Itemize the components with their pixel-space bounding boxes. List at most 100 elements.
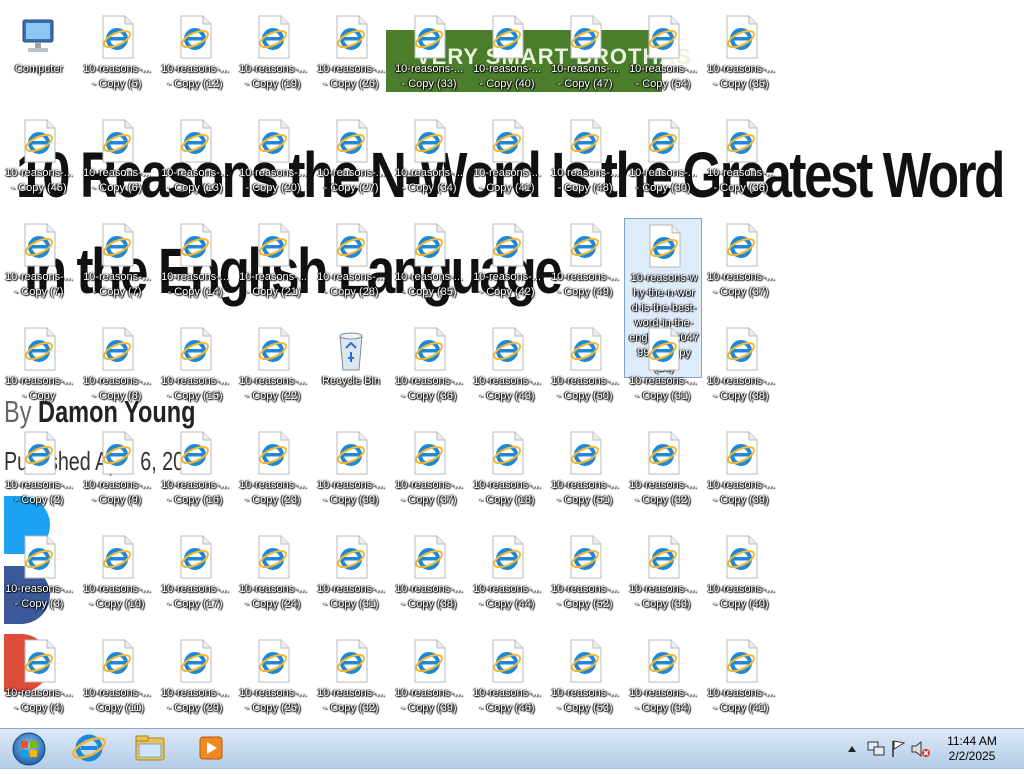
desktop-item-file[interactable]: 10-reasons-... - Copy (44) bbox=[468, 530, 546, 630]
desktop-item-file[interactable]: 10-reasons-... - Copy (3) bbox=[0, 530, 78, 630]
desktop-item-label: 10-reasons-... - Copy (54) bbox=[624, 62, 702, 92]
desktop-item-label: 10-reasons-... - Copy (49) bbox=[546, 270, 624, 300]
desktop-item-file[interactable]: 10-reasons-... - Copy (7) bbox=[78, 218, 156, 318]
desktop-item-file[interactable]: 10-reasons-... - Copy (6) bbox=[78, 114, 156, 214]
desktop-item-label-line: - Copy (35) bbox=[401, 286, 457, 298]
desktop-item-file[interactable]: 10-reasons-... - Copy (19) bbox=[234, 10, 312, 110]
desktop-item-file[interactable]: 10-reasons-... - Copy (39) bbox=[390, 634, 468, 734]
desktop-item-label: 10-reasons-... - Copy (22) bbox=[234, 374, 312, 404]
ie-shortcut-icon bbox=[410, 118, 448, 164]
desktop-item-file[interactable]: 10-reasons-... - Copy (40) bbox=[468, 10, 546, 110]
desktop-item-file[interactable]: 10-reasons-... - Copy (10) bbox=[78, 530, 156, 630]
desktop-item-file[interactable]: 10-reasons-... - Copy (7) bbox=[0, 218, 78, 318]
desktop-item-label-line: Recycle Bin bbox=[321, 375, 381, 387]
desktop-item-file[interactable]: 10-reasons-... - Copy (37) bbox=[702, 218, 780, 318]
ie-shortcut-icon bbox=[566, 638, 604, 684]
desktop-item-file[interactable]: 10-reasons-... - Copy (34) bbox=[624, 634, 702, 734]
desktop-item-file[interactable]: 10-reasons-... - Copy (54) bbox=[624, 10, 702, 110]
show-hidden-icons-chevron[interactable] bbox=[848, 746, 856, 752]
desktop-item-label: 10-reasons-... - Copy (35) bbox=[702, 62, 780, 92]
desktop-item-label-line: - Copy (34) bbox=[401, 182, 457, 194]
taskbar-windows-explorer-button[interactable] bbox=[121, 730, 179, 766]
desktop-item-file[interactable]: 10-reasons-... - Copy (28) bbox=[312, 218, 390, 318]
desktop-item-file[interactable]: 10-reasons-... - Copy (52) bbox=[546, 530, 624, 630]
desktop-item-file[interactable]: 10-reasons-... - Copy (23) bbox=[234, 426, 312, 526]
action-center-flag-icon[interactable] bbox=[892, 740, 906, 757]
desktop-item-file[interactable]: 10-reasons-... - Copy (40) bbox=[702, 530, 780, 630]
desktop-item-label-line: - Copy (40) bbox=[479, 78, 535, 90]
desktop-item-file[interactable]: 10-reasons-... - Copy (31) bbox=[624, 322, 702, 422]
desktop-item-file[interactable]: 10-reasons-... - Copy (25) bbox=[234, 634, 312, 734]
desktop-item-file[interactable]: 10-reasons-... - Copy (32) bbox=[624, 426, 702, 526]
network-icon[interactable] bbox=[867, 741, 885, 756]
desktop-item-file[interactable]: 10-reasons-... - Copy (41) bbox=[468, 114, 546, 214]
desktop-item-file[interactable]: 10-reasons-... - Copy (31) bbox=[312, 530, 390, 630]
desktop-item-file[interactable]: 10-reasons-... - Copy (4) bbox=[0, 634, 78, 734]
desktop-item-file[interactable]: 10-reasons-... - Copy (33) bbox=[390, 10, 468, 110]
desktop-item-file[interactable]: 10-reasons-... - Copy (16) bbox=[156, 426, 234, 526]
desktop-item-file[interactable]: 10-reasons-... - Copy (30) bbox=[624, 114, 702, 214]
desktop-item-file[interactable]: 10-reasons-... - Copy (24) bbox=[234, 530, 312, 630]
desktop-item-label: 10-reasons-... - Copy (12) bbox=[156, 62, 234, 92]
desktop-item-file[interactable]: 10-reasons-... - Copy (20) bbox=[234, 114, 312, 214]
desktop-item-file[interactable]: 10-reasons-... - Copy (30) bbox=[312, 426, 390, 526]
desktop-item-file[interactable]: 10-reasons-... - Copy (34) bbox=[390, 114, 468, 214]
desktop-item-label-line: 10-reasons-... bbox=[551, 583, 619, 595]
ie-shortcut-icon bbox=[488, 222, 526, 268]
desktop-item-file[interactable]: 10-reasons-... - Copy (36) bbox=[702, 114, 780, 214]
desktop-item-file[interactable]: 10-reasons-... - Copy (21) bbox=[234, 218, 312, 318]
desktop-item-file[interactable]: 10-reasons-... - Copy (14) bbox=[156, 218, 234, 318]
desktop-item-file[interactable]: 10-reasons-... - Copy (26) bbox=[312, 10, 390, 110]
start-button[interactable] bbox=[2, 730, 56, 768]
taskbar-internet-explorer-button[interactable] bbox=[60, 730, 118, 766]
desktop-item-file[interactable]: 10-reasons-... - Copy (32) bbox=[312, 634, 390, 734]
desktop-item-label-line: - Copy (37) bbox=[713, 286, 769, 298]
desktop-item-file[interactable]: 10-reasons-... - Copy (37) bbox=[390, 426, 468, 526]
desktop-item-file[interactable]: 10-reasons-... - Copy (33) bbox=[624, 530, 702, 630]
desktop-item-label-line: 10-reasons-... bbox=[395, 271, 463, 283]
desktop-item-file[interactable]: 10-reasons-... - Copy (50) bbox=[546, 322, 624, 422]
ie-shortcut-icon bbox=[488, 14, 526, 60]
desktop-item-file[interactable]: 10-reasons-... - Copy bbox=[0, 322, 78, 422]
desktop-item-file[interactable]: 10-reasons-... - Copy (5) bbox=[78, 10, 156, 110]
desktop-item-file[interactable]: 10-reasons-... - Copy (53) bbox=[546, 634, 624, 734]
desktop-item-file[interactable]: 10-reasons-... - Copy (22) bbox=[234, 322, 312, 422]
desktop-item-file[interactable]: 10-reasons-... - Copy (27) bbox=[312, 114, 390, 214]
desktop-item-file[interactable]: 10-reasons-... - Copy (18) bbox=[468, 426, 546, 526]
desktop-item-file[interactable]: 10-reasons-... - Copy (13) bbox=[156, 114, 234, 214]
desktop-item-file[interactable]: 10-reasons-... - Copy (41) bbox=[702, 634, 780, 734]
desktop-item-file[interactable]: 10-reasons-... - Copy (11) bbox=[78, 634, 156, 734]
desktop-item-file[interactable]: 10-reasons-... - Copy (42) bbox=[468, 218, 546, 318]
desktop-item-file[interactable]: 10-reasons-... - Copy (35) bbox=[390, 218, 468, 318]
desktop-item-label-line: 10-reasons-... bbox=[629, 479, 697, 491]
desktop-item-file[interactable]: 10-reasons-... - Copy (12) bbox=[156, 10, 234, 110]
desktop-item-file[interactable]: 10-reasons-... - Copy (46) bbox=[468, 634, 546, 734]
desktop-item-file[interactable]: 10-reasons-... - Copy (15) bbox=[156, 322, 234, 422]
taskbar-windows-media-player-button[interactable] bbox=[182, 730, 240, 766]
desktop-item-file[interactable]: 10-reasons-... - Copy (45) bbox=[0, 114, 78, 214]
desktop-item-label-line: 10-reasons-... bbox=[83, 375, 151, 387]
desktop-item-file[interactable]: 10-reasons-... - Copy (17) bbox=[156, 530, 234, 630]
desktop-item-file[interactable]: 10-reasons-... - Copy (38) bbox=[702, 322, 780, 422]
desktop-item-computer[interactable]: Computer bbox=[0, 10, 78, 110]
desktop-item-file[interactable]: 10-reasons-... - Copy (48) bbox=[546, 114, 624, 214]
desktop-item-file[interactable]: 10-reasons-... - Copy (38) bbox=[390, 530, 468, 630]
desktop-item-file[interactable]: 10-reasons-... - Copy (47) bbox=[546, 10, 624, 110]
desktop-item-file[interactable]: 10-reasons-... - Copy (43) bbox=[468, 322, 546, 422]
volume-muted-icon[interactable] bbox=[911, 740, 930, 758]
desktop-item-file[interactable]: 10-reasons-... - Copy (36) bbox=[390, 322, 468, 422]
desktop-item-recycle-bin[interactable]: Recycle Bin bbox=[312, 322, 390, 422]
desktop-item-file[interactable]: 10-reasons-... - Copy (9) bbox=[78, 426, 156, 526]
desktop-item-label-line: - Copy (38) bbox=[713, 390, 769, 402]
desktop-item-file[interactable]: 10-reasons-... - Copy (39) bbox=[702, 426, 780, 526]
desktop-item-file[interactable]: 10-reasons-... - Copy (51) bbox=[546, 426, 624, 526]
desktop-item-file[interactable]: 10-reasons-... - Copy (2) bbox=[0, 426, 78, 526]
desktop-item-file[interactable]: 10-reasons-... - Copy (49) bbox=[546, 218, 624, 318]
desktop-item-file[interactable]: 10-reasons-... - Copy (29) bbox=[156, 634, 234, 734]
taskbar-clock[interactable]: 11:44 AM 2/2/2025 bbox=[935, 734, 1009, 764]
desktop-item-file[interactable]: 10-reasons-... - Copy (8) bbox=[78, 322, 156, 422]
ie-shortcut-icon bbox=[566, 326, 604, 372]
desktop-item-label-line: - Copy (15) bbox=[167, 390, 223, 402]
ie-shortcut-icon bbox=[176, 118, 214, 164]
desktop-item-file[interactable]: 10-reasons-... - Copy (35) bbox=[702, 10, 780, 110]
